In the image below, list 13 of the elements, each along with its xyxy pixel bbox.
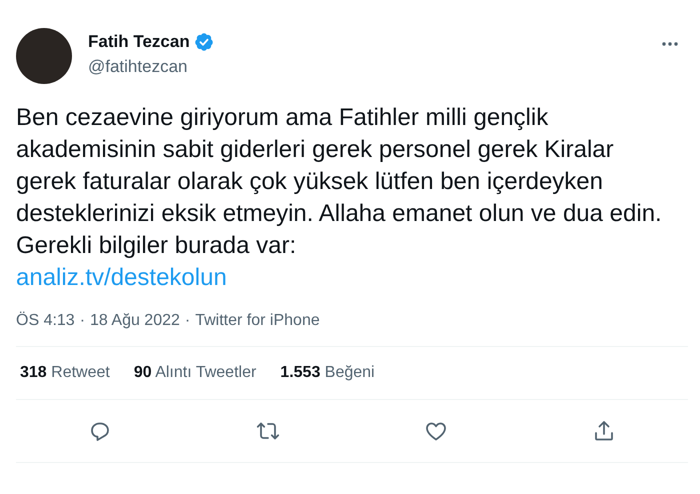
share-icon[interactable] (592, 419, 616, 443)
more-options-icon[interactable] (662, 42, 678, 46)
separator-dot: · (184, 312, 190, 330)
tweet-date[interactable]: 18 Ağu 2022 (90, 312, 180, 330)
author-handle[interactable]: @fatihtezcan (88, 57, 662, 77)
separator-dot: · (80, 312, 86, 330)
author-name[interactable]: Fatih Tezcan (88, 32, 190, 52)
stat-link[interactable]: 90 Alıntı Tweetler (134, 364, 256, 382)
tweet-text: Ben cezaevine giriyorum ama Fatihler milli gençlik akademisinin sabit giderleri gerek personel gerek Kiralar gerek faturalar olarak çok yüksek lütfen ben içerdeyken desteklerinizi eksik etmeyin. Allaha emanet olun ve dua edin. Gerekli bilgiler burada var: (16, 103, 663, 261)
stat-link[interactable]: 1.553 Beğeni (280, 364, 375, 382)
tweet-time[interactable]: ÖS 4:13 (16, 312, 75, 330)
stat-link[interactable]: 318 Retweet (20, 364, 110, 382)
tweet-source[interactable]: Twitter for iPhone (195, 312, 320, 330)
